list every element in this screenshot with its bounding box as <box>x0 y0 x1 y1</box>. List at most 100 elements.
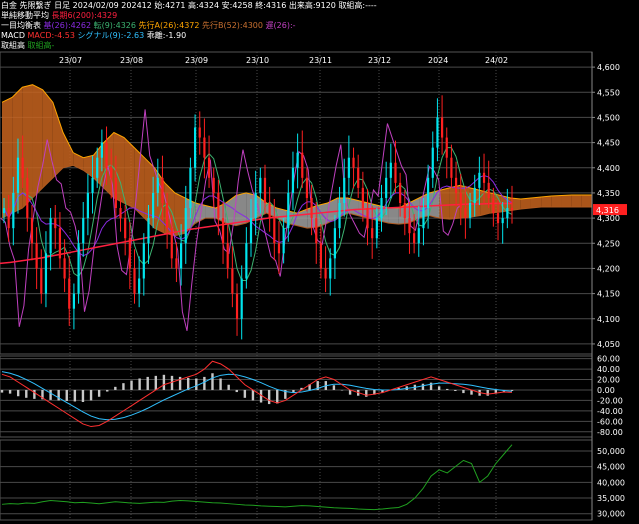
candle-body <box>100 142 103 158</box>
candle-body <box>417 228 420 244</box>
macd-histogram-bar <box>25 389 28 398</box>
candle-body <box>399 182 402 203</box>
candle-body <box>403 203 406 219</box>
candle-body <box>133 268 136 294</box>
candle-body <box>389 162 392 178</box>
candle-body <box>301 152 304 178</box>
candle-body <box>380 197 383 219</box>
price-tick-label: 4,450 <box>597 139 620 148</box>
macd-histogram-bar <box>65 389 68 401</box>
candle-body <box>86 192 89 219</box>
macd-tick-label: 0.00 <box>597 386 615 395</box>
candle-body <box>343 177 346 203</box>
date-label: 23/11 <box>309 56 332 65</box>
macd-histogram-bar <box>16 389 20 397</box>
kumo-segment <box>449 185 460 220</box>
macd-histogram-bar <box>49 389 52 400</box>
date-label: 23/07 <box>59 56 82 65</box>
candle-body <box>35 243 38 269</box>
macd-histogram-bar <box>0 389 4 393</box>
candle-body <box>147 218 150 244</box>
candle-body <box>2 208 6 214</box>
kumo-segment <box>124 137 135 209</box>
candle-body <box>366 208 369 229</box>
candle-body <box>226 243 229 269</box>
panel-frame <box>0 439 593 521</box>
macd-histogram-bar <box>203 376 206 390</box>
candle-body <box>119 208 122 219</box>
kumo-segment <box>551 195 562 208</box>
candle-body <box>440 117 444 138</box>
candle-body <box>21 157 24 178</box>
candle-body <box>212 177 215 193</box>
macd-histogram-bar <box>8 389 12 394</box>
macd-histogram-bar <box>462 389 465 394</box>
macd-histogram-bar <box>243 389 247 398</box>
price-tick-label: 4,600 <box>597 63 620 72</box>
kumo-segment <box>561 194 572 208</box>
candle-body <box>371 228 374 239</box>
price-tick-label: 4,050 <box>597 340 620 349</box>
candle-body <box>26 177 29 219</box>
candle-body <box>96 157 99 178</box>
kumo-segment <box>235 192 247 226</box>
candle-body <box>180 243 183 269</box>
kumo-segment <box>52 102 64 178</box>
macd-histogram-bar <box>122 383 125 390</box>
macd-tick-label: 40.00 <box>597 365 620 374</box>
candle-body <box>324 268 327 279</box>
candle-body <box>291 167 295 193</box>
candle-body <box>138 278 141 294</box>
candle-body <box>361 187 364 209</box>
candle-body <box>7 208 10 229</box>
candle-body <box>459 192 462 209</box>
candle-body <box>408 218 411 234</box>
macd-histogram-bar <box>211 373 214 390</box>
price-tick-label: 4,500 <box>597 113 620 122</box>
candle-body <box>315 218 318 244</box>
candle-body <box>352 157 355 168</box>
date-label: 23/10 <box>246 56 269 65</box>
candle-body <box>296 152 299 168</box>
macd-histogram-bar <box>235 389 238 393</box>
macd-histogram-bar <box>33 389 36 399</box>
macd-tick-label: 20.00 <box>597 376 620 385</box>
candle-body <box>40 268 43 294</box>
candle-body <box>245 243 248 279</box>
candle-body <box>473 187 476 203</box>
candle-body <box>357 167 360 188</box>
kumo-segment <box>388 208 399 225</box>
candle-body <box>385 177 388 198</box>
macd-histogram-bar <box>162 374 166 390</box>
price-tick-label: 4,250 <box>597 239 620 248</box>
candle-body <box>54 218 57 229</box>
candle-body <box>427 177 430 209</box>
candle-body <box>105 142 108 168</box>
macd-histogram-bar <box>365 389 368 397</box>
candle-body <box>319 243 323 269</box>
panel-frame <box>0 355 593 438</box>
candle-body <box>221 218 225 244</box>
price-tick-label: 4,200 <box>597 264 620 273</box>
macd-tick-label: 60.00 <box>597 355 620 364</box>
chart-area[interactable]: 23/07 23/08 23/09 23/10 23/11 23/12 2024 24/02 4… <box>0 0 639 524</box>
candle-body <box>58 228 62 259</box>
candle-body <box>422 208 425 229</box>
price-tick-label: 4,300 <box>597 214 620 223</box>
macd-histogram-bar <box>437 386 441 390</box>
candle-body <box>142 243 145 279</box>
candle-body <box>310 197 313 219</box>
candle-body <box>436 117 439 148</box>
price-tick-label: 4,550 <box>597 88 620 97</box>
kumo-segment <box>581 194 592 208</box>
price-tick-label: 4,150 <box>597 290 620 299</box>
candle-body <box>12 192 15 229</box>
candle-body <box>49 218 52 254</box>
date-label: 23/12 <box>368 56 391 65</box>
candle-body <box>347 157 350 178</box>
last-price-text: 4,316 <box>596 206 619 215</box>
candle-body <box>464 208 467 219</box>
candle-body <box>496 213 500 224</box>
candle-body <box>128 238 131 269</box>
oi-tick-label: 50,000 <box>597 447 625 456</box>
